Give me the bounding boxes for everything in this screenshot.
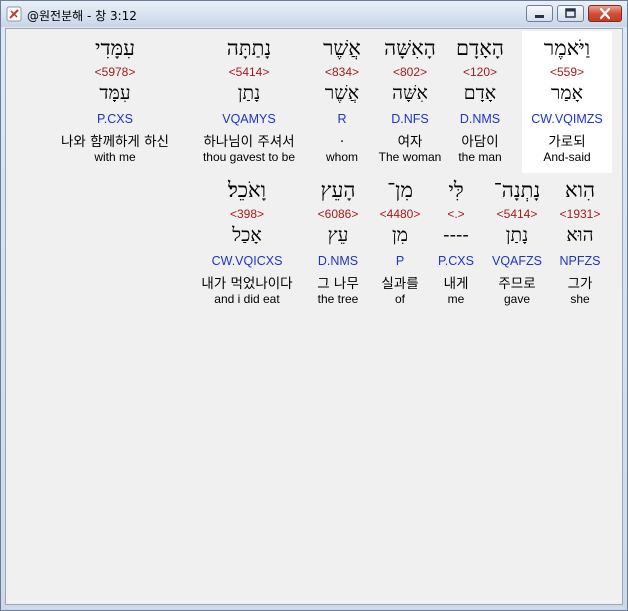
morph-code: D.NFS: [391, 112, 429, 126]
hebrew-root: מִן: [391, 224, 409, 246]
word-cell[interactable]: הִוא <1931> הוּא NPFZS 그가 she: [550, 173, 610, 315]
hebrew-root: אֲשֶׁר: [324, 82, 360, 104]
hebrew-word: וָאֹכֵל׃: [227, 178, 267, 202]
word-cell[interactable]: וָאֹכֵל׃ <398> אָכַל CW.VQICXS 내가 먹었나이다 …: [192, 173, 302, 315]
hebrew-root: הוּא: [566, 224, 594, 246]
strong-number[interactable]: <.>: [428, 207, 484, 221]
hebrew-word: עִמָּדִי: [95, 36, 135, 60]
hebrew-root: נָתַן: [505, 224, 529, 246]
app-icon: [6, 6, 22, 22]
morph-code: P.CXS: [438, 254, 474, 268]
hebrew-root: אָדָם: [463, 82, 497, 104]
english-gloss: thou gavest to be: [202, 150, 296, 164]
minimize-icon: [535, 15, 544, 18]
korean-gloss: 그 나무: [317, 276, 359, 292]
morph-code: P.CXS: [97, 112, 133, 126]
strong-number[interactable]: <5414>: [482, 207, 552, 221]
strong-number[interactable]: <6086>: [306, 207, 370, 221]
strong-number[interactable]: <834>: [310, 65, 374, 79]
morph-code: VQAMYS: [222, 112, 276, 126]
word-cell[interactable]: אֲשֶׁר <834> אֲשֶׁר R . whom: [310, 31, 374, 173]
word-cell[interactable]: עִמָּדִי <5978> עִמָּד P.CXS 나와 함께하게 하신 …: [50, 31, 180, 173]
strong-number[interactable]: <398>: [192, 207, 302, 221]
morph-code: NPFZS: [559, 254, 601, 268]
english-gloss: the tree: [317, 292, 359, 306]
morph-code: VQAFZS: [491, 254, 542, 268]
close-icon: [599, 7, 611, 20]
title-bar[interactable]: @원전분해 - 창 3:12: [1, 1, 627, 27]
minimize-button[interactable]: [526, 5, 553, 22]
english-gloss: and i did eat: [214, 292, 280, 306]
strong-number[interactable]: <120>: [440, 65, 520, 79]
app-window: @원전분해 - 창 3:12 וַיֹּאמֶר <559> אָמַר CW.…: [0, 0, 628, 611]
hebrew-word: מִן־: [387, 178, 413, 202]
hebrew-word: הָעֵץ: [320, 178, 356, 202]
hebrew-root: עֵץ: [327, 224, 349, 246]
english-gloss: with me: [94, 150, 136, 164]
hebrew-root: אָמַר: [551, 82, 583, 104]
morph-code: CW.VQICXS: [211, 254, 283, 268]
hebrew-word: וַיֹּאמֶר: [543, 36, 591, 60]
word-cell[interactable]: הָעֵץ <6086> עֵץ D.NMS 그 나무 the tree: [306, 173, 370, 315]
morph-code: R: [337, 112, 347, 126]
english-gloss: whom: [325, 150, 358, 164]
korean-gloss: 내가 먹었나이다: [201, 276, 293, 292]
hebrew-root: נָתַן: [237, 82, 261, 104]
strong-number[interactable]: <5414>: [194, 65, 304, 79]
hebrew-root: אָכַל: [232, 224, 262, 246]
word-cell[interactable]: הָאִשָּׁה <802> אִשָּׁה D.NFS 여자 The wom…: [370, 31, 450, 173]
hebrew-word: נָתַתָּה: [226, 36, 272, 60]
word-cell[interactable]: וַיֹּאמֶר <559> אָמַר CW.VQIMZS 가로되 And-…: [522, 31, 612, 173]
hebrew-word: נָתְנָה־: [493, 178, 541, 202]
strong-number[interactable]: <5978>: [50, 65, 180, 79]
strong-number[interactable]: <4480>: [370, 207, 430, 221]
hebrew-word: הִוא: [564, 178, 596, 202]
hebrew-word: הָאָדָם: [456, 36, 504, 60]
close-button[interactable]: [588, 5, 622, 22]
maximize-button[interactable]: [557, 5, 584, 22]
morph-code: CW.VQIMZS: [531, 112, 603, 126]
word-cell[interactable]: נָתְנָה־ <5414> נָתַן VQAFZS 주므로 gave: [482, 173, 552, 315]
strong-number[interactable]: <559>: [522, 65, 612, 79]
hebrew-root: אִשָּׁה: [392, 82, 428, 104]
morph-code: P: [395, 254, 405, 268]
korean-gloss: .: [339, 130, 345, 146]
word-cell[interactable]: לִּי <.> ---- P.CXS 내게 me: [428, 173, 484, 315]
window-title: @원전분해 - 창 3:12: [27, 9, 137, 23]
korean-gloss: 하나님이 주셔서: [203, 134, 295, 150]
morph-code: D.NMS: [459, 112, 501, 126]
morph-code: D.NMS: [317, 254, 359, 268]
hebrew-word: הָאִשָּׁה: [384, 36, 436, 60]
hebrew-word: אֲשֶׁר: [323, 36, 361, 60]
hebrew-root: עִמָּד: [99, 82, 131, 104]
maximize-icon: [565, 8, 576, 18]
hebrew-word: לִּי: [448, 178, 464, 202]
strong-number[interactable]: <1931>: [550, 207, 610, 221]
english-gloss: And-said: [543, 150, 591, 164]
interlinear-pane[interactable]: וַיֹּאמֶר <559> אָמַר CW.VQIMZS 가로되 And-…: [5, 28, 623, 605]
korean-gloss: 가로되: [548, 134, 586, 150]
word-cell[interactable]: נָתַתָּה <5414> נָתַן VQAMYS 하나님이 주셔서 th…: [194, 31, 304, 173]
strong-number[interactable]: <802>: [370, 65, 450, 79]
hebrew-root: ----: [443, 224, 469, 246]
korean-gloss: 나와 함께하게 하신: [61, 134, 169, 150]
word-cell[interactable]: מִן־ <4480> מִן P 실과를 of: [370, 173, 430, 315]
